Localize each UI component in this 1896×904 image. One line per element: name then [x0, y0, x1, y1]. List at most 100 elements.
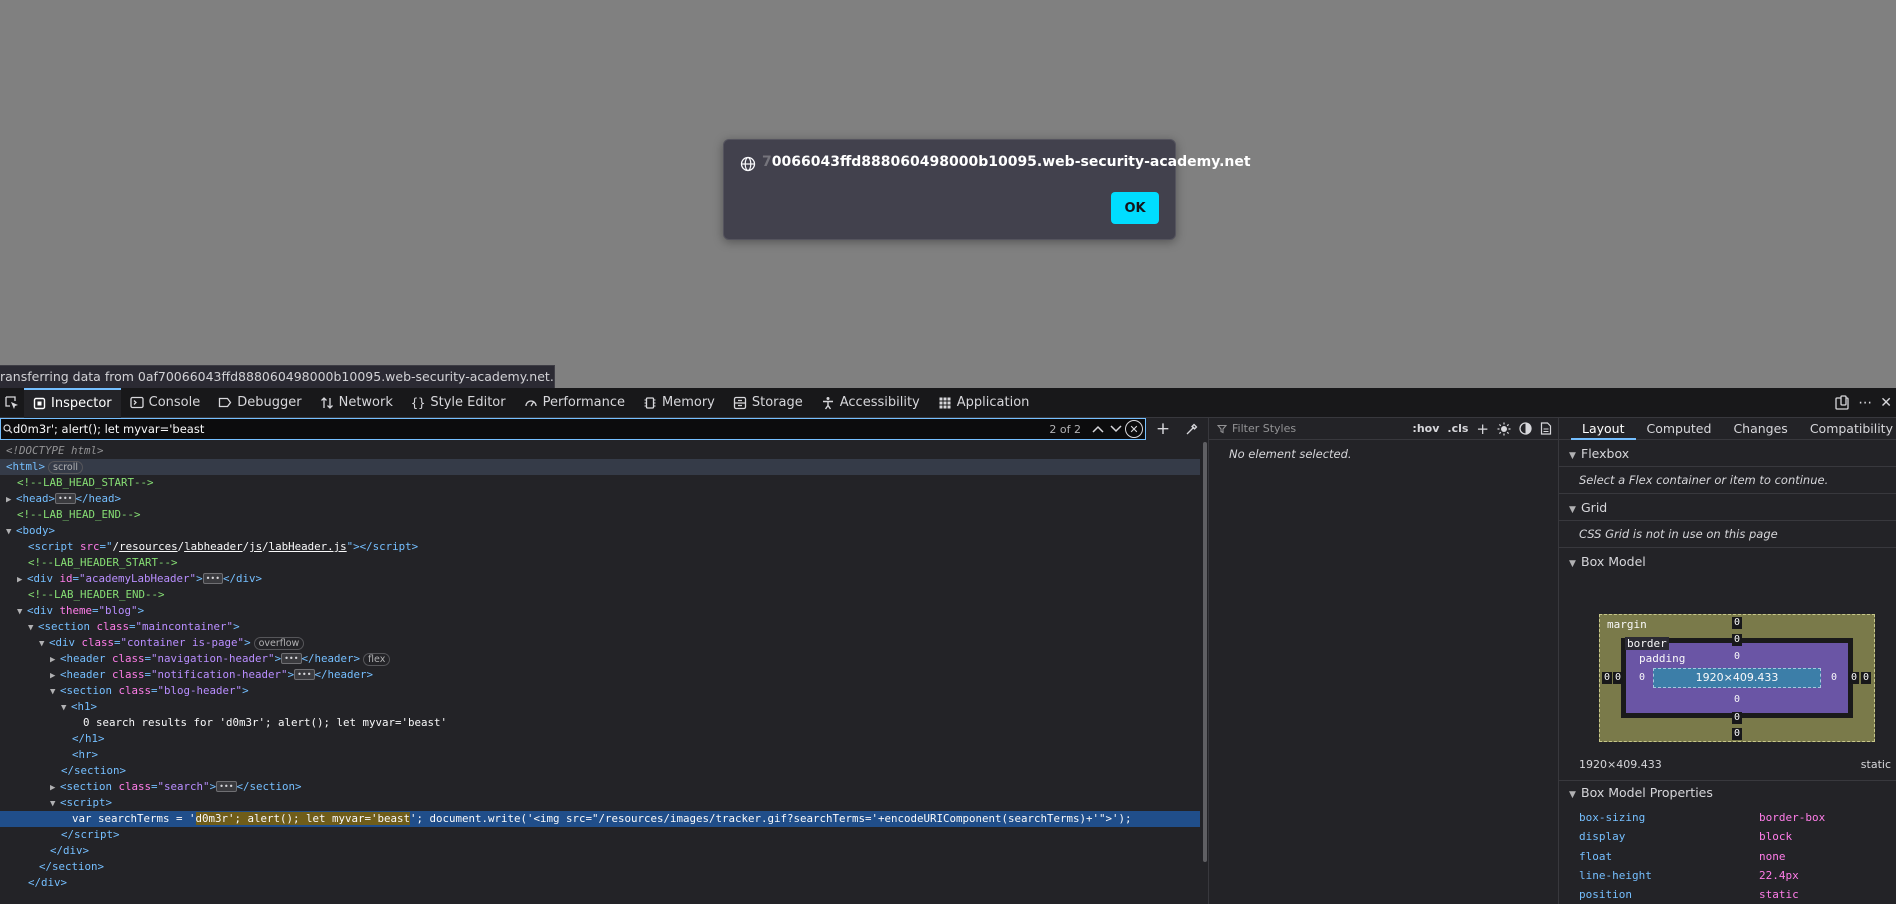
margin-bottom-value[interactable]: 0 [1732, 728, 1743, 740]
tab-application[interactable]: Application [929, 388, 1039, 418]
flex-badge[interactable]: flex [363, 653, 391, 666]
tab-inspector[interactable]: Inspector [24, 387, 121, 418]
collapsed-content-icon[interactable]: ••• [202, 573, 224, 584]
tab-debugger[interactable]: Debugger [209, 388, 310, 418]
light-mode-icon[interactable] [1497, 422, 1511, 436]
grid-section-header[interactable]: ▼ Grid [1559, 494, 1896, 521]
script-src-link[interactable]: resources [119, 540, 178, 553]
collapse-arrow-icon[interactable]: ▼ [17, 604, 27, 620]
tab-computed[interactable]: Computed [1636, 418, 1723, 440]
margin-left-value[interactable]: 0 [1602, 672, 1613, 684]
collapse-arrow-icon[interactable]: ▼ [50, 796, 60, 812]
markup-node-comment[interactable]: <!--LAB_HEADER_START--> [0, 555, 1200, 571]
expand-arrow-icon[interactable]: ▶ [17, 572, 27, 588]
tab-storage[interactable]: Storage [724, 388, 812, 418]
more-options-icon[interactable]: ⋯ [1858, 395, 1872, 411]
markup-node-hr[interactable]: <hr> [0, 747, 1200, 763]
expand-arrow-icon[interactable]: ▶ [50, 668, 60, 684]
collapsed-content-icon[interactable]: ••• [55, 493, 76, 504]
script-src-link[interactable]: js [249, 540, 262, 553]
markup-node-div[interactable]: ▶ <div id="academyLabHeader"> ••• </div> [0, 571, 1200, 587]
markup-node-div-close[interactable]: </div> [0, 843, 1200, 859]
collapse-arrow-icon[interactable]: ▼ [39, 636, 49, 652]
padding-top-value[interactable]: 0 [1732, 651, 1742, 663]
border-bottom-value[interactable]: 0 [1732, 712, 1743, 724]
tab-compatibility[interactable]: Compatibility [1799, 418, 1896, 440]
collapsed-content-icon[interactable]: ••• [294, 669, 315, 680]
markup-node-div[interactable]: ▼ <div class="container is-page"> overflow [0, 635, 1200, 651]
flexbox-section-header[interactable]: ▼ Flexbox [1559, 440, 1896, 467]
border-top-value[interactable]: 0 [1732, 634, 1743, 646]
markup-node-comment[interactable]: <!--LAB_HEAD_START--> [0, 475, 1200, 491]
tab-memory[interactable]: Memory [634, 388, 724, 418]
boxmodel-section-header[interactable]: ▼ Box Model [1559, 548, 1896, 575]
add-rule-button[interactable]: + [1476, 420, 1489, 438]
markup-node-section[interactable]: ▼ <section class="maincontainer"> [0, 619, 1200, 635]
markup-node-comment[interactable]: <!--LAB_HEADER_END--> [0, 587, 1200, 603]
collapse-arrow-icon[interactable]: ▼ [50, 684, 60, 700]
collapse-arrow-icon[interactable]: ▼ [61, 700, 71, 716]
ok-button[interactable]: OK [1111, 192, 1159, 224]
markup-node-html[interactable]: <html> scroll [0, 459, 1200, 475]
markup-node-section-close[interactable]: </section> [0, 859, 1200, 875]
search-clear-button[interactable]: ✕ [1125, 420, 1143, 438]
search-next-button[interactable] [1107, 419, 1125, 439]
border-right-value[interactable]: 0 [1849, 672, 1860, 684]
tab-accessibility[interactable]: Accessibility [812, 388, 929, 418]
markup-node-h1[interactable]: ▼ <h1> [0, 699, 1200, 715]
markup-node-div[interactable]: ▼ <div theme="blog"> [0, 603, 1200, 619]
element-picker-button[interactable] [0, 388, 24, 418]
markup-node-script[interactable]: <script src="/resources/labheader/js/lab… [0, 539, 1200, 555]
markup-node-header[interactable]: ▶ <header class="navigation-header"> ••• </… [0, 651, 1200, 667]
expand-arrow-icon[interactable]: ▶ [50, 652, 60, 668]
expand-arrow-icon[interactable]: ▶ [50, 780, 60, 796]
markup-search-input[interactable] [1, 419, 1050, 439]
collapse-arrow-icon[interactable]: ▼ [28, 620, 38, 636]
margin-top-value[interactable]: 0 [1732, 617, 1743, 629]
eyedropper-button[interactable] [1180, 418, 1202, 440]
markup-node-doctype[interactable]: <!DOCTYPE html> [0, 443, 1200, 459]
overflow-badge[interactable]: overflow [253, 637, 305, 650]
markup-node-body[interactable]: ▼ <body> [0, 523, 1200, 539]
dark-mode-icon[interactable] [1519, 422, 1532, 435]
collapse-arrow-icon[interactable]: ▼ [6, 524, 16, 540]
scroll-badge[interactable]: scroll [48, 461, 84, 474]
hover-toggle-button[interactable]: :hov [1412, 422, 1439, 435]
search-prev-button[interactable] [1089, 419, 1107, 439]
markup-scrollbar[interactable] [1203, 442, 1207, 862]
padding-bottom-value[interactable]: 0 [1732, 694, 1742, 706]
tab-layout[interactable]: Layout [1571, 418, 1636, 440]
collapsed-content-icon[interactable]: ••• [216, 781, 237, 792]
margin-right-value[interactable]: 0 [1861, 672, 1872, 684]
markup-node-div-close[interactable]: </div> [0, 875, 1200, 891]
markup-node-h1-close[interactable]: </h1> [0, 731, 1200, 747]
filter-styles-field[interactable]: Filter Styles [1217, 422, 1412, 435]
tab-console[interactable]: Console [121, 388, 210, 418]
tab-network[interactable]: Network [311, 388, 402, 418]
script-src-link[interactable]: labheader [184, 540, 243, 553]
markup-node-section[interactable]: ▼ <section class="blog-header"> [0, 683, 1200, 699]
markup-node-script-close[interactable]: </script> [0, 827, 1200, 843]
markup-node-header[interactable]: ▶ <header class="notification-header"> •••… [0, 667, 1200, 683]
collapsed-content-icon[interactable]: ••• [281, 653, 302, 664]
expand-arrow-icon[interactable]: ▶ [6, 492, 16, 508]
markup-node-section[interactable]: ▶ <section class="search"> ••• </section> [0, 779, 1200, 795]
responsive-design-icon[interactable] [1834, 395, 1850, 411]
markup-node-head[interactable]: ▶ <head> ••• </head> [0, 491, 1200, 507]
border-left-value[interactable]: 0 [1613, 672, 1624, 684]
markup-node-script[interactable]: ▼ <script> [0, 795, 1200, 811]
markup-node-text[interactable]: 0 search results for 'd0m3r'; alert(); l… [0, 715, 1200, 731]
close-icon[interactable]: ✕ [1880, 395, 1892, 411]
classes-toggle-button[interactable]: .cls [1447, 422, 1468, 435]
padding-left-value[interactable]: 0 [1637, 672, 1647, 684]
padding-right-value[interactable]: 0 [1829, 672, 1839, 684]
markup-node-section-close[interactable]: </section> [0, 763, 1200, 779]
boxmodel-properties-header[interactable]: ▼ Box Model Properties [1559, 780, 1896, 804]
tab-performance[interactable]: Performance [515, 388, 634, 418]
tab-changes[interactable]: Changes [1722, 418, 1798, 440]
script-src-link[interactable]: labHeader.js [269, 540, 347, 553]
tab-style-editor[interactable]: {} Style Editor [402, 388, 515, 418]
markup-node-comment[interactable]: <!--LAB_HEAD_END--> [0, 507, 1200, 523]
print-media-icon[interactable] [1540, 422, 1552, 435]
markup-node-script-text[interactable]: var searchTerms = 'd0m3r'; alert(); let … [0, 811, 1200, 827]
